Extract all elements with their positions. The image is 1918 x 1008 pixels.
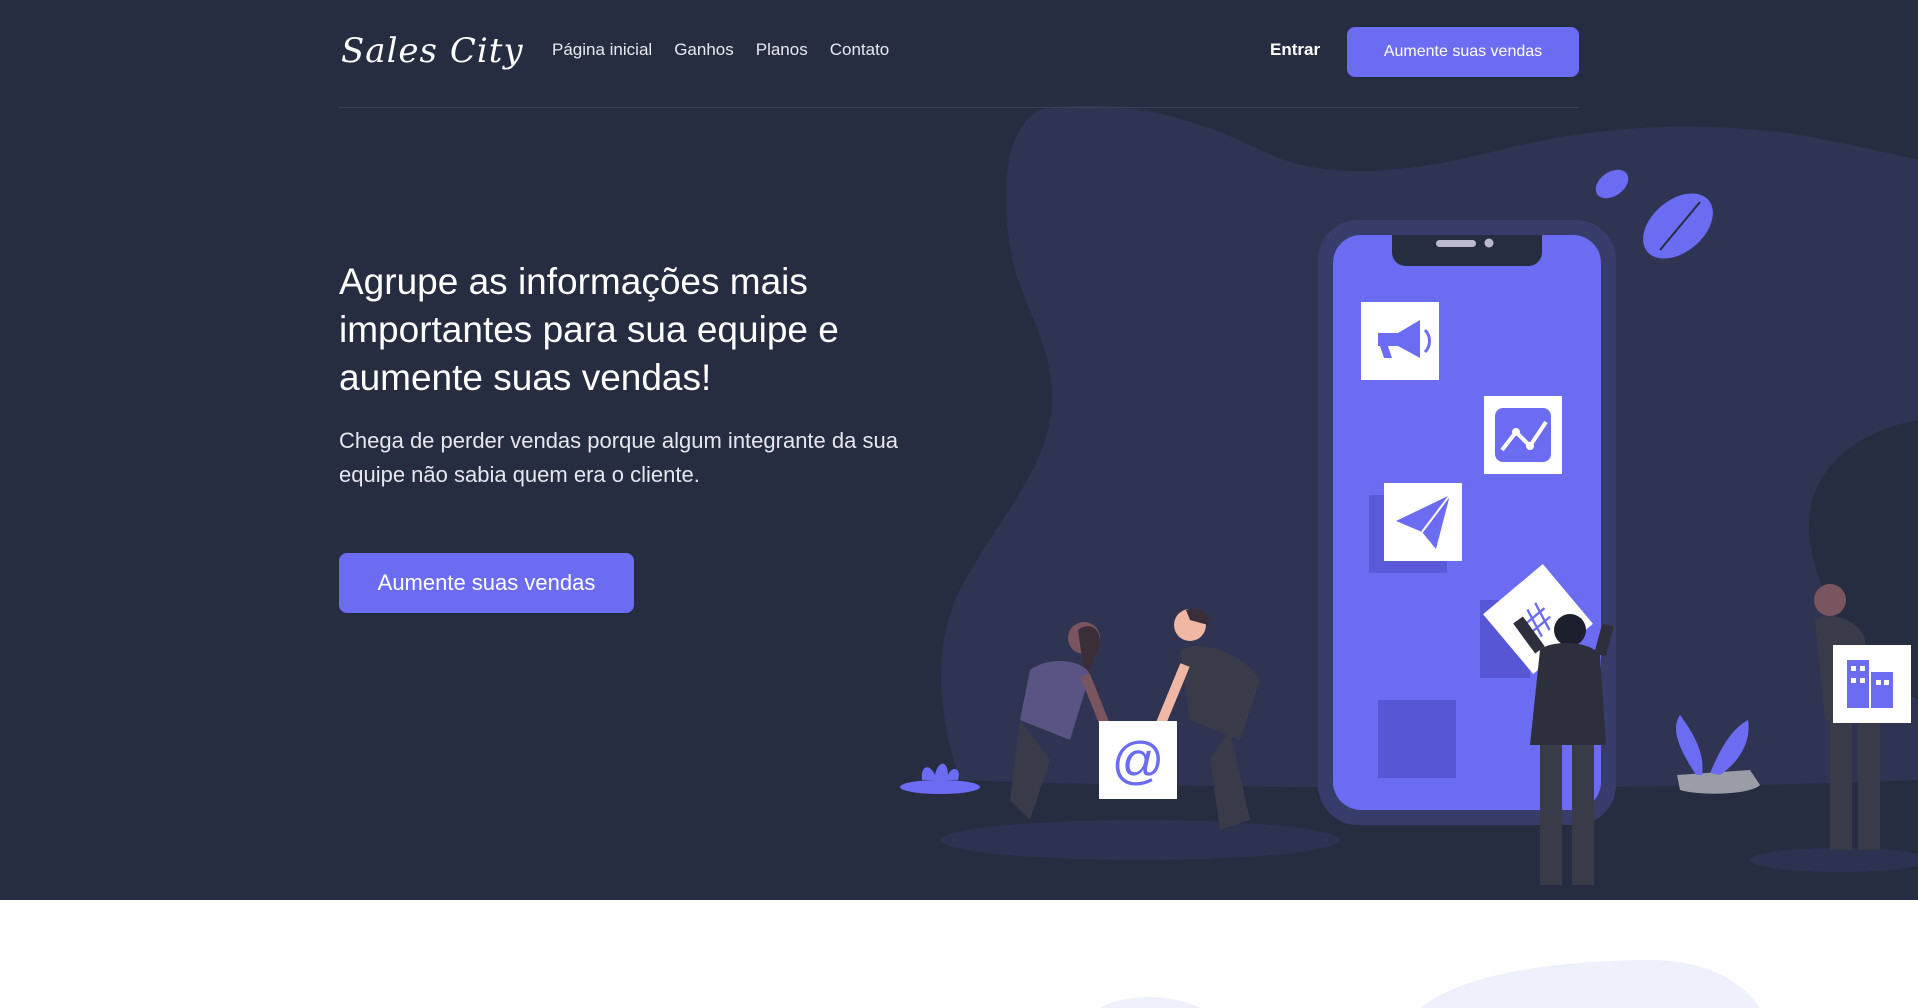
- nav-link-contact[interactable]: Contato: [830, 40, 890, 60]
- nav-link-home[interactable]: Página inicial: [552, 40, 652, 60]
- hero-title: Agrupe as informações mais importantes p…: [339, 258, 959, 402]
- hero-illustration: # @: [900, 169, 1918, 885]
- logo-text: Sales City: [341, 31, 524, 71]
- at-symbol: @: [1112, 732, 1165, 790]
- floor-shadow-right: [1750, 848, 1918, 872]
- hero-cta-button[interactable]: Aumente suas vendas: [339, 553, 634, 613]
- hero-title-line-3: aumente suas vendas!: [339, 357, 712, 398]
- hero-title-line-1: Agrupe as informações mais: [339, 261, 808, 302]
- nav-links: Página inicial Ganhos Planos Contato: [552, 40, 889, 60]
- building-icon: [1833, 645, 1911, 723]
- plant-rock: [1675, 715, 1760, 794]
- paper-plane-icon: [1384, 483, 1462, 561]
- hero-text: Agrupe as informações mais importantes p…: [339, 258, 959, 492]
- hero-section: Sales City Página inicial Ganhos Planos …: [0, 0, 1918, 900]
- nav-link-earnings[interactable]: Ganhos: [674, 40, 734, 60]
- nav-link-plans[interactable]: Planos: [756, 40, 808, 60]
- megaphone-icon: [1361, 302, 1439, 380]
- plant-icon: [900, 763, 980, 794]
- navbar: Sales City Página inicial Ganhos Planos …: [339, 0, 1579, 108]
- floor-shadow: [940, 820, 1340, 860]
- hero-subtitle: Chega de perder vendas porque algum inte…: [339, 428, 898, 487]
- chart-icon: [1484, 396, 1562, 474]
- hero-title-line-2: importantes para sua equipe e: [339, 309, 839, 350]
- brand-logo[interactable]: Sales City: [339, 22, 529, 78]
- at-icon: @: [1099, 721, 1177, 799]
- lower-decoration: [1100, 959, 1760, 1008]
- nav-cta-button[interactable]: Aumente suas vendas: [1347, 27, 1579, 77]
- login-link[interactable]: Entrar: [1270, 40, 1320, 60]
